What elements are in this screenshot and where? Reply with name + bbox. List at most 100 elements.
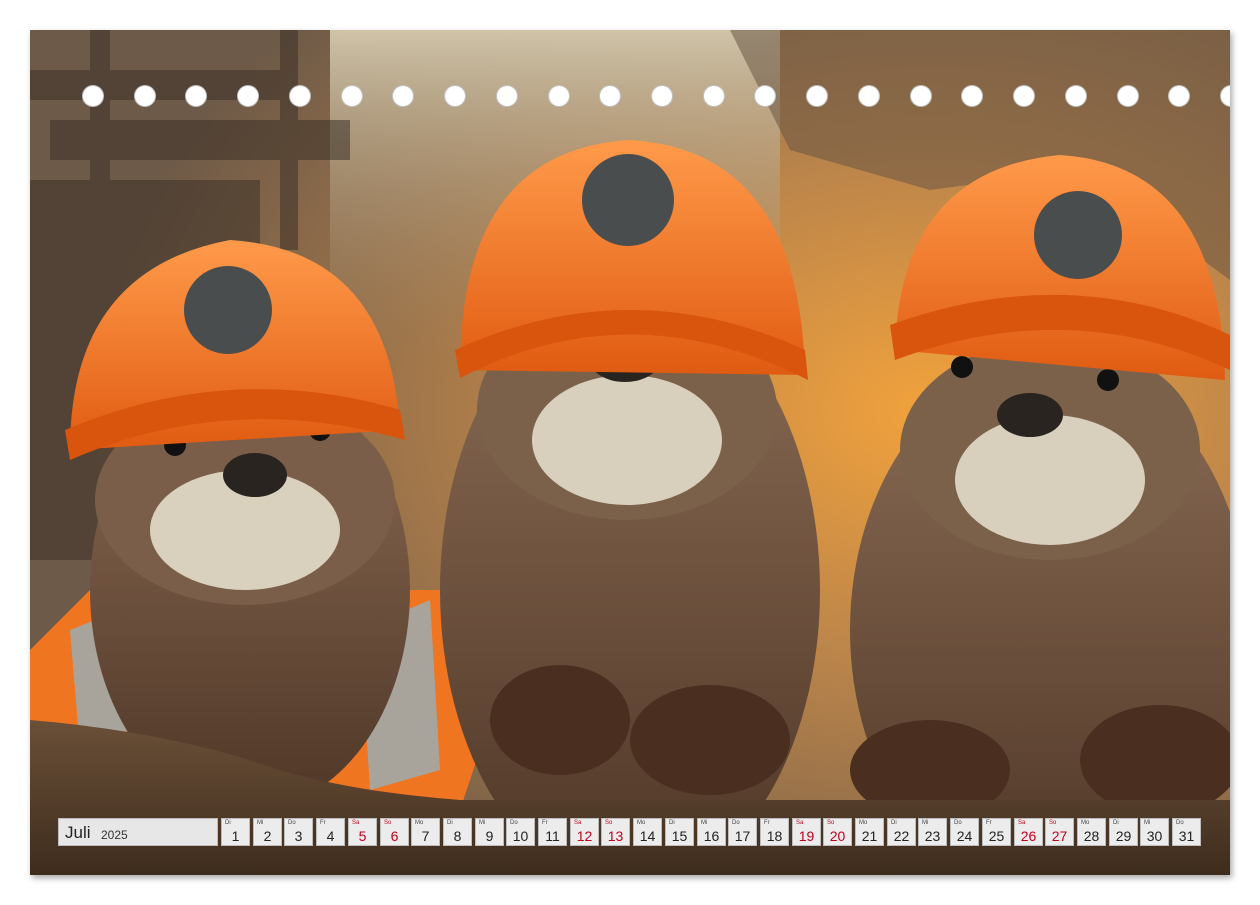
day-of-week: Mi	[257, 820, 264, 826]
day-cell: Do 31	[1172, 818, 1201, 846]
day-of-week: Sa	[1018, 820, 1026, 826]
day-cell: So 27	[1045, 818, 1074, 846]
day-cell: Di 1	[221, 818, 250, 846]
day-cell: So 6	[380, 818, 409, 846]
day-of-week: So	[384, 820, 392, 826]
day-number: 11	[545, 828, 560, 844]
day-cell: So 20	[823, 818, 852, 846]
day-number: 21	[861, 828, 878, 844]
day-cell: Mo 28	[1077, 818, 1106, 846]
day-number: 9	[485, 828, 494, 844]
day-of-week: Fr	[764, 820, 770, 826]
day-of-week: Do	[510, 820, 518, 826]
day-number: 25	[988, 828, 1005, 844]
otter-middle	[440, 140, 820, 875]
day-cell: Mo 21	[855, 818, 884, 846]
binding-holes	[82, 85, 1230, 109]
day-number: 30	[1146, 828, 1163, 844]
day-of-week: Mi	[701, 820, 708, 826]
day-number: 24	[956, 828, 973, 844]
day-cell: Fr 11	[538, 818, 567, 846]
day-cell: Di 22	[887, 818, 916, 846]
calendar-strip: Juli 2025 Di 1 Mi 2 Do 3 Fr 4 Sa 5 So 6 Mo 7 Di 8 Mi 9 Do 1…	[58, 818, 1203, 848]
day-cell: Mi 9	[475, 818, 504, 846]
day-of-week: Mo	[859, 820, 868, 826]
day-cell: Sa 5	[348, 818, 377, 846]
day-of-week: Mo	[1081, 820, 1090, 826]
day-number: 17	[734, 828, 751, 844]
day-cell: Mi 23	[918, 818, 947, 846]
binding-hole	[548, 85, 570, 107]
day-of-week: Mi	[479, 820, 486, 826]
day-of-week: Do	[954, 820, 962, 826]
day-of-week: Fr	[542, 820, 548, 826]
day-cell: Mo 7	[411, 818, 440, 846]
day-cell: Sa 19	[792, 818, 821, 846]
day-number: 14	[639, 828, 656, 844]
binding-hole	[806, 85, 828, 107]
day-of-week: Di	[447, 820, 453, 826]
day-number: 1	[231, 828, 240, 844]
day-number: 26	[1020, 828, 1037, 844]
day-of-week: Mo	[637, 820, 646, 826]
binding-hole	[858, 85, 880, 107]
binding-hole	[599, 85, 621, 107]
binding-hole	[1220, 85, 1230, 107]
day-of-week: Mo	[415, 820, 424, 826]
day-cell: Do 3	[284, 818, 313, 846]
day-of-week: Di	[891, 820, 897, 826]
day-number: 23	[924, 828, 941, 844]
day-number: 19	[798, 828, 815, 844]
day-of-week: So	[1049, 820, 1057, 826]
month-name: Juli	[65, 823, 91, 842]
day-cell: Mo 14	[633, 818, 662, 846]
day-number: 31	[1178, 828, 1195, 844]
binding-hole	[289, 85, 311, 107]
calendar-photo	[30, 30, 1230, 875]
day-of-week: Fr	[986, 820, 992, 826]
day-of-week: Sa	[796, 820, 804, 826]
day-cell: Do 24	[950, 818, 979, 846]
binding-hole	[754, 85, 776, 107]
day-cell: Di 29	[1109, 818, 1138, 846]
day-number: 4	[326, 828, 335, 844]
day-of-week: Do	[288, 820, 296, 826]
day-number: 28	[1083, 828, 1100, 844]
day-of-week: Mi	[1144, 820, 1151, 826]
day-cell: Do 17	[728, 818, 757, 846]
day-of-week: Di	[1113, 820, 1119, 826]
day-number: 20	[829, 828, 846, 844]
binding-hole	[703, 85, 725, 107]
binding-hole	[134, 85, 156, 107]
month-year: 2025	[101, 828, 128, 842]
day-of-week: Sa	[574, 820, 582, 826]
binding-hole	[910, 85, 932, 107]
day-cell: Sa 12	[570, 818, 599, 846]
day-number: 15	[671, 828, 688, 844]
binding-hole	[1117, 85, 1139, 107]
day-number: 18	[766, 828, 783, 844]
binding-hole	[444, 85, 466, 107]
otters-illustration	[30, 30, 1230, 875]
month-label: Juli 2025	[58, 818, 218, 846]
day-number: 13	[607, 828, 624, 844]
day-of-week: Fr	[320, 820, 326, 826]
day-number: 16	[703, 828, 720, 844]
day-cell: Di 8	[443, 818, 472, 846]
binding-hole	[496, 85, 518, 107]
day-of-week: Do	[732, 820, 740, 826]
binding-hole	[961, 85, 983, 107]
day-number: 2	[263, 828, 272, 844]
day-cell: Mi 2	[253, 818, 282, 846]
day-number: 6	[390, 828, 399, 844]
binding-hole	[237, 85, 259, 107]
day-number: 8	[453, 828, 462, 844]
day-cell: Sa 26	[1014, 818, 1043, 846]
binding-hole	[185, 85, 207, 107]
day-cell: Di 15	[665, 818, 694, 846]
day-number: 29	[1115, 828, 1132, 844]
day-of-week: Mi	[922, 820, 929, 826]
day-cell: Fr 18	[760, 818, 789, 846]
day-number: 5	[358, 828, 367, 844]
day-number: 27	[1051, 828, 1068, 844]
